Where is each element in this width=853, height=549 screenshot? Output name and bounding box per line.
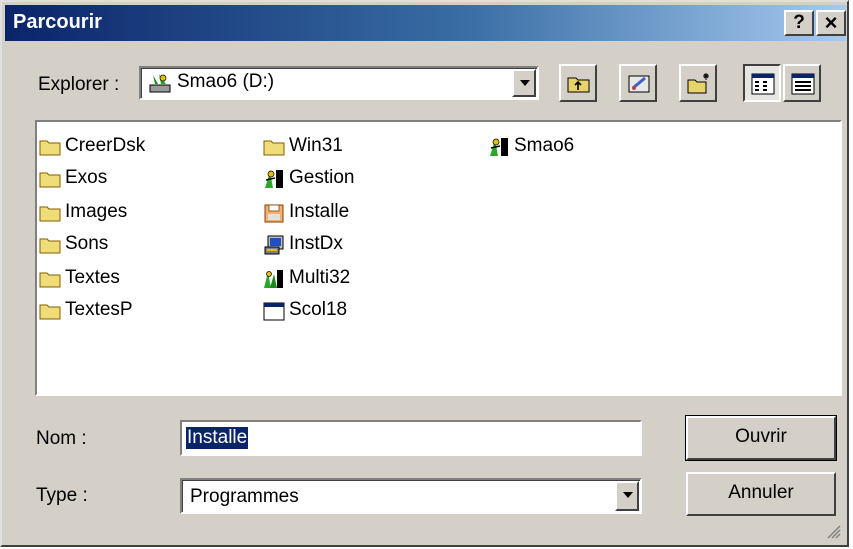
up-one-level-button[interactable] <box>559 64 597 102</box>
program-icon <box>263 268 285 290</box>
folder-icon <box>39 300 61 322</box>
filetype-label: Type : <box>36 485 88 506</box>
details-view-button[interactable] <box>783 64 821 102</box>
filetype-value: Programmes <box>190 486 299 507</box>
folder-icon <box>39 136 61 158</box>
program-icon <box>263 168 285 190</box>
filetype-combo[interactable]: Programmes <box>180 478 642 514</box>
title-bar[interactable]: Parcourir ? × <box>5 5 846 41</box>
folder-icon <box>263 136 285 158</box>
cancel-button[interactable]: Annuler <box>686 472 836 516</box>
look-in-value: Smao6 (D:) <box>177 71 275 92</box>
close-button[interactable]: × <box>816 10 846 36</box>
list-view-button[interactable] <box>743 64 781 102</box>
look-in-dropdown-button[interactable] <box>512 69 536 97</box>
installer-icon <box>263 202 285 224</box>
filetype-dropdown-button[interactable] <box>615 481 639 511</box>
folder-up-icon <box>567 77 590 93</box>
help-button[interactable]: ? <box>784 10 814 36</box>
drive-icon <box>149 72 171 99</box>
open-button[interactable]: Ouvrir <box>685 415 837 461</box>
file-list[interactable]: CreerDsk Exos Images Sons Textes TextesP… <box>35 120 842 396</box>
look-in-combo[interactable]: Smao6 (D:) <box>139 66 539 100</box>
desktop-button[interactable] <box>619 64 657 102</box>
folder-icon <box>39 268 61 290</box>
list-view-icon <box>751 73 775 95</box>
new-folder-icon <box>687 73 709 94</box>
desktop-icon <box>628 75 650 93</box>
folder-icon <box>39 202 61 224</box>
folder-icon <box>39 234 61 256</box>
details-view-icon <box>791 73 815 95</box>
resize-grip-icon[interactable] <box>825 523 841 539</box>
window-app-icon <box>263 300 285 322</box>
new-folder-button[interactable] <box>679 64 717 102</box>
filename-value: Installe <box>184 426 250 450</box>
filename-input[interactable]: Installe <box>180 420 642 456</box>
folder-icon <box>39 168 61 190</box>
setup-icon <box>263 234 285 256</box>
filename-label: Nom : <box>36 428 87 449</box>
browse-dialog: Parcourir ? × Explorer : Smao6 (D:) Cree… <box>0 0 849 547</box>
window-title: Parcourir <box>13 11 102 33</box>
program-icon <box>488 136 510 158</box>
look-in-label: Explorer : <box>38 74 120 95</box>
